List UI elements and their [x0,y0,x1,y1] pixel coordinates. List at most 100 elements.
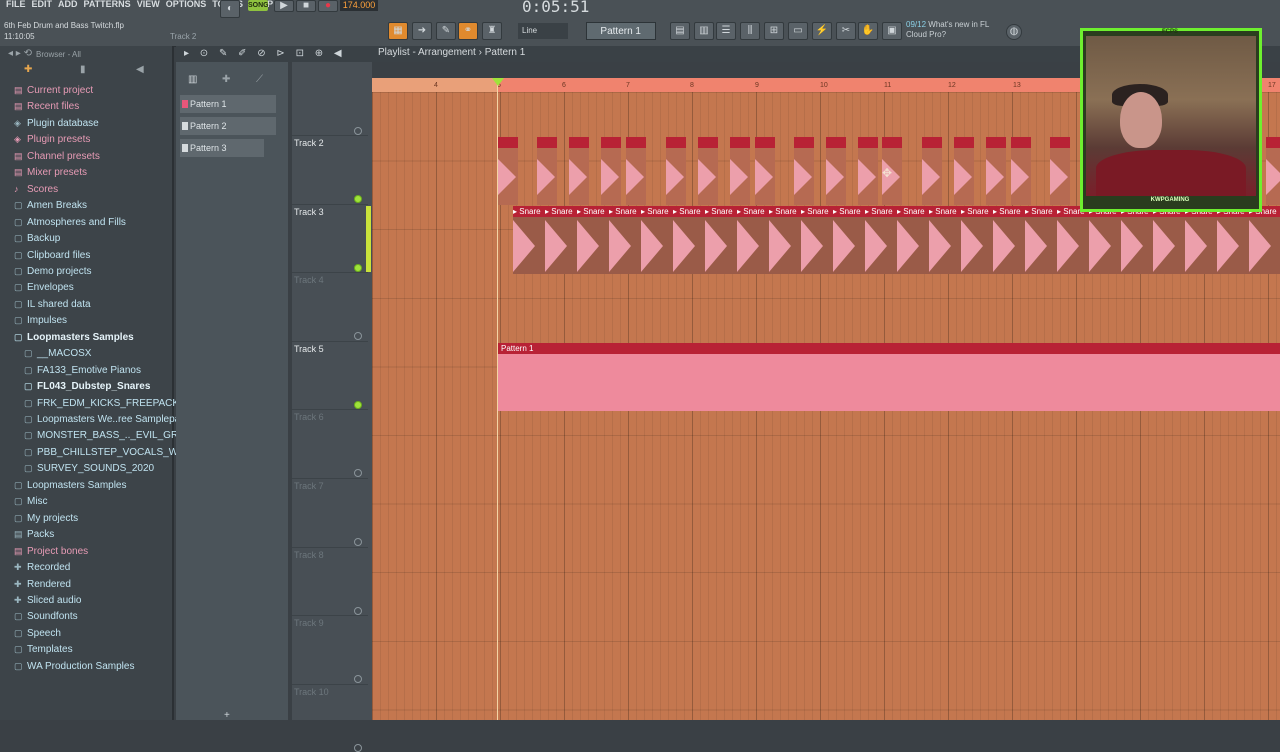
menu-edit[interactable]: EDIT [32,0,53,10]
drum-clip[interactable] [626,137,646,205]
track-mute-icon[interactable] [354,127,362,135]
drum-clip[interactable] [1266,137,1280,205]
browser-item[interactable]: ✚ Sliced audio [14,592,81,608]
browser-item[interactable]: ▢ WA Production Samples [14,658,134,674]
browser-icon[interactable]: ▭ [788,22,808,40]
track-name[interactable]: Track 5 [294,344,324,354]
drum-clip[interactable] [922,137,942,205]
metronome-icon[interactable]: ♜ [482,22,502,40]
picker-line-icon[interactable]: ⟋ [256,74,263,85]
browser-item[interactable]: ▤ Current project [14,82,93,98]
browser-nav-icon[interactable]: ◂ ▸ ⟲ [8,48,32,59]
track-mute-icon[interactable] [354,606,362,615]
browser-item[interactable]: ▢ Loopmasters Samples [14,329,134,345]
picker-pattern-item[interactable]: Pattern 1 [180,95,276,113]
snap-select[interactable]: Line [518,23,568,39]
link-icon[interactable]: ⚭ [458,22,478,40]
tools-icon[interactable]: ✂ [836,22,856,40]
track-name[interactable]: Track 3 [294,207,324,217]
track-name[interactable]: Track 9 [294,618,324,628]
playhead-marker[interactable] [492,78,504,86]
browser-item[interactable]: ✚ Rendered [14,576,71,592]
drum-clip[interactable] [826,137,846,205]
drum-clip[interactable] [755,137,775,205]
globe-icon[interactable]: ◍ [1006,24,1022,40]
browser-item[interactable]: ▤ Project bones [14,543,88,559]
browser-speaker-icon[interactable]: ◀ [136,64,144,75]
menu-file[interactable]: FILE [6,0,26,10]
track-mute-icon[interactable] [354,743,362,752]
menu-add[interactable]: ADD [58,0,78,10]
menu-view[interactable]: VIEW [137,0,160,10]
drum-clip[interactable] [666,137,686,205]
browser-item[interactable]: ▢ IL shared data [14,296,91,312]
browser-item[interactable]: ▢ Impulses [14,312,67,328]
browser-item[interactable]: ♪ Scores [14,181,58,197]
drum-clip[interactable] [794,137,814,205]
touch-icon[interactable]: ✋ [858,22,878,40]
track-name[interactable]: Track 2 [294,138,324,148]
drum-clip[interactable] [730,137,750,205]
browser-item[interactable]: ▢ My projects [14,510,78,526]
browser-item[interactable]: ◈ Plugin presets [14,131,90,147]
track-name[interactable]: Track 7 [294,481,324,491]
browser-item[interactable]: ▢ Loopmasters Samples [14,477,127,493]
browser-item[interactable]: ▢ PBB_CHILLSTEP_VOCALS_WAV [24,444,190,460]
drum-clip[interactable] [498,137,518,205]
tempo-display[interactable]: 174.000 [340,0,378,11]
store-icon[interactable]: ▣ [882,22,902,40]
track-name[interactable]: Track 6 [294,412,324,422]
track-mute-icon[interactable] [354,195,362,203]
drum-clip[interactable] [698,137,718,205]
browser-item[interactable]: ▢ Soundfonts [14,608,78,624]
brush-icon[interactable]: ✎ [436,22,456,40]
browser-item[interactable]: ▤ Packs [14,526,54,542]
track-3-selector[interactable] [366,206,371,272]
browser-item[interactable]: ▢ Loopmasters We..ree Samplepack [24,411,190,427]
track-name[interactable]: Track 10 [294,687,329,697]
browser-item[interactable]: ▢ Templates [14,641,73,657]
news-panel[interactable]: 09/12 What's new in FL Cloud Pro? [906,20,1006,40]
track-mute-icon[interactable] [354,400,362,409]
drum-clip[interactable] [1011,137,1031,205]
mixer-icon[interactable]: ⫼ [740,22,760,40]
song-mode-button[interactable]: SONG [248,0,269,11]
browser-item[interactable]: ▤ Recent files [14,98,79,114]
browser-file-icon[interactable]: ▮ [80,64,86,75]
track-name[interactable]: Track 4 [294,275,324,285]
picker-pattern-item[interactable]: Pattern 2 [180,117,276,135]
browser-item[interactable]: ▢ FRK_EDM_KICKS_FREEPACK [24,395,179,411]
stop-icon[interactable]: ■ [296,0,316,12]
browser-item[interactable]: ▢ Clipboard files [14,247,90,263]
track-mute-icon[interactable] [354,538,362,546]
picker-pattern-item[interactable]: Pattern 3 [180,139,264,157]
plug-icon[interactable]: ⚡ [812,22,832,40]
drum-clip[interactable] [537,137,557,205]
browser-item[interactable]: ▢ FA133_Emotive Pianos [24,362,141,378]
record-icon[interactable]: ● [318,0,338,12]
menu-patterns[interactable]: PATTERNS [84,0,131,10]
play-icon[interactable]: ▶ [274,0,294,12]
drum-clip[interactable] [954,137,974,205]
picker-plus-icon[interactable]: ✚ [222,74,230,85]
drum-clip[interactable] [986,137,1006,205]
drum-clip[interactable] [858,137,878,205]
browser-add-icon[interactable]: ✚ [24,64,32,75]
master-volume-knob-icon[interactable]: ◐ [220,0,240,18]
picker-piano-icon[interactable]: ▥ [188,74,197,85]
piano-roll-icon[interactable]: ▥ [694,22,714,40]
plugin-picker-icon[interactable]: ⊞ [764,22,784,40]
playlist-tools-icon[interactable]: ▸ ⊙ ✎ ✐ ⊘ ⊳ ⊡ ⊕ ◀ [184,48,346,59]
picker-add-icon[interactable]: + [224,710,230,721]
track-name[interactable]: Track 8 [294,550,324,560]
browser-item[interactable]: ▢ Backup [14,230,60,246]
browser-item[interactable]: ▤ Mixer presets [14,164,87,180]
arrow-right-icon[interactable]: ➜ [412,22,432,40]
menu-options[interactable]: OPTIONS [166,0,207,10]
channel-rack-icon[interactable]: ☰ [716,22,736,40]
pattern-select[interactable]: Pattern 1 [586,22,656,40]
drum-clip[interactable] [601,137,621,205]
browser-item[interactable]: ▤ Channel presets [14,148,100,164]
browser-item[interactable]: ▢ Amen Breaks [14,197,87,213]
browser-item[interactable]: ▢ Speech [14,625,61,641]
